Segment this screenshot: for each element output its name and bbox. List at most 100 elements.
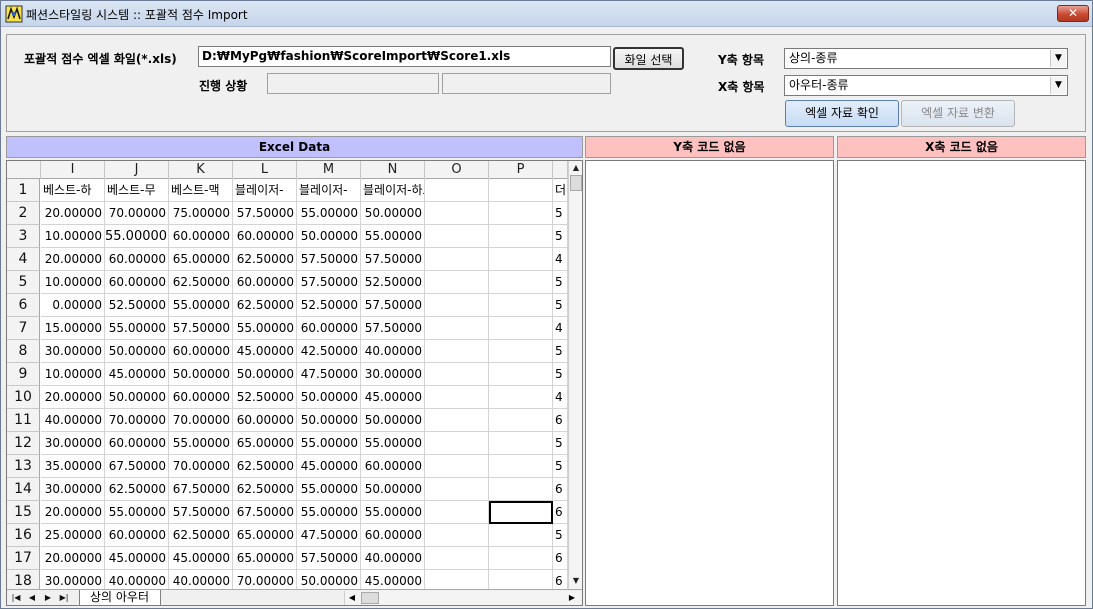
grid-cell[interactable]: 57.50000 xyxy=(169,501,233,524)
grid-cell[interactable]: 60.00000 xyxy=(169,225,233,248)
grid-cell[interactable]: 62.50000 xyxy=(169,271,233,294)
grid-cell[interactable] xyxy=(489,432,553,455)
grid-cell[interactable]: 45.00000 xyxy=(105,363,169,386)
row-header[interactable]: 15 xyxy=(7,501,40,524)
grid-cell[interactable] xyxy=(425,386,489,409)
grid-cell[interactable]: 20.00000 xyxy=(41,547,105,570)
grid-cell[interactable]: 45.00000 xyxy=(169,547,233,570)
grid-cell[interactable]: 블레이저- xyxy=(233,179,297,202)
grid-cell[interactable]: 10.00000 xyxy=(41,271,105,294)
grid-cell[interactable]: 50.00000 xyxy=(233,363,297,386)
grid-cell[interactable] xyxy=(425,501,489,524)
grid-cell[interactable]: 60.00000 xyxy=(233,225,297,248)
row-header[interactable]: 13 xyxy=(7,455,40,478)
last-sheet-icon[interactable]: ▶| xyxy=(57,591,71,605)
grid-cell[interactable]: 60.00000 xyxy=(233,409,297,432)
grid-cell[interactable]: 55.00000 xyxy=(297,501,361,524)
grid-cell[interactable]: 55.00000 xyxy=(297,478,361,501)
grid-cell[interactable]: 62.50000 xyxy=(105,478,169,501)
grid-cell[interactable] xyxy=(425,547,489,570)
grid-cell[interactable]: 57.50000 xyxy=(233,202,297,225)
grid-cell[interactable] xyxy=(425,363,489,386)
grid-cell[interactable] xyxy=(425,432,489,455)
scroll-down-icon[interactable]: ▼ xyxy=(570,575,582,587)
grid-cell[interactable] xyxy=(425,317,489,340)
grid-cell[interactable]: 60.00000 xyxy=(361,455,425,478)
grid-cell[interactable]: 75.00000 xyxy=(169,202,233,225)
grid-cell[interactable]: 50.00000 xyxy=(297,225,361,248)
row-header[interactable]: 9 xyxy=(7,363,40,386)
grid-cell[interactable]: 20.00000 xyxy=(41,202,105,225)
grid-cell[interactable]: 67.50000 xyxy=(169,478,233,501)
grid-cell[interactable]: 55.00000 xyxy=(105,317,169,340)
grid-cell[interactable]: 베스트-무 xyxy=(105,179,169,202)
grid-cell[interactable]: 5 xyxy=(553,524,568,547)
grid-cell[interactable] xyxy=(425,271,489,294)
grid-cell[interactable]: 20.00000 xyxy=(41,386,105,409)
grid-cell[interactable]: 70.00000 xyxy=(169,455,233,478)
grid-cell[interactable]: 20.00000 xyxy=(41,248,105,271)
close-button[interactable]: ✕ xyxy=(1057,5,1089,22)
grid-cell[interactable]: 25.00000 xyxy=(41,524,105,547)
grid-cell[interactable] xyxy=(425,294,489,317)
grid-cell[interactable]: 62.50000 xyxy=(233,478,297,501)
grid-cell[interactable] xyxy=(489,547,553,570)
excel-check-button[interactable]: 엑셀 자료 확인 xyxy=(785,100,899,127)
grid-cell[interactable]: 57.50000 xyxy=(297,248,361,271)
grid-cell[interactable]: 50.00000 xyxy=(105,340,169,363)
file-path-field[interactable]: D:₩MyPg₩fashion₩ScoreImport₩Score1.xls xyxy=(198,46,611,67)
grid-cell[interactable]: 55.00000 xyxy=(169,432,233,455)
grid-cell[interactable]: 5 xyxy=(553,271,568,294)
grid-cell[interactable] xyxy=(489,524,553,547)
sheet-tab[interactable]: 상의 아우터 xyxy=(79,590,161,605)
grid-cell[interactable]: 6 xyxy=(553,547,568,570)
scroll-left-icon[interactable]: ◀ xyxy=(346,592,358,604)
grid-cell[interactable]: 60.00000 xyxy=(297,317,361,340)
grid-cell[interactable]: 70.00000 xyxy=(105,202,169,225)
grid-cell[interactable] xyxy=(425,340,489,363)
excel-convert-button[interactable]: 엑셀 자료 변환 xyxy=(901,100,1015,127)
grid-cell[interactable]: 0.00000 xyxy=(41,294,105,317)
row-header[interactable]: 8 xyxy=(7,340,40,363)
grid-cell[interactable]: 20.00000 xyxy=(41,501,105,524)
grid-cell[interactable] xyxy=(425,455,489,478)
scroll-right-icon[interactable]: ▶ xyxy=(566,592,578,604)
grid-cell[interactable]: 50.00000 xyxy=(297,409,361,432)
grid-cell[interactable]: 50.00000 xyxy=(297,386,361,409)
grid-cell[interactable]: 60.00000 xyxy=(105,524,169,547)
grid-cell[interactable]: 50.00000 xyxy=(361,409,425,432)
grid-cell[interactable]: 5 xyxy=(553,225,568,248)
grid-cell[interactable]: 베스트-하 xyxy=(41,179,105,202)
chevron-down-icon[interactable]: ▼ xyxy=(1050,50,1066,67)
grid-cell[interactable] xyxy=(489,317,553,340)
row-header[interactable]: 17 xyxy=(7,547,40,570)
grid-cell[interactable]: 50.00000 xyxy=(361,202,425,225)
grid-cell[interactable]: 60.00000 xyxy=(105,248,169,271)
scroll-up-icon[interactable]: ▲ xyxy=(570,162,582,174)
grid-cell[interactable] xyxy=(425,524,489,547)
grid-cell[interactable]: 47.50000 xyxy=(297,363,361,386)
grid-cell[interactable]: 10.00000 xyxy=(41,363,105,386)
grid-cell[interactable]: 10.00000 xyxy=(41,225,105,248)
horizontal-scrollbar[interactable]: ◀ ▶ xyxy=(344,591,580,605)
grid-cell[interactable]: 62.50000 xyxy=(233,294,297,317)
grid-cell[interactable]: 62.50000 xyxy=(233,248,297,271)
grid-cell[interactable] xyxy=(489,294,553,317)
row-header[interactable]: 5 xyxy=(7,271,40,294)
first-sheet-icon[interactable]: |◀ xyxy=(9,591,23,605)
grid-cell[interactable]: 60.00000 xyxy=(105,432,169,455)
grid-cell[interactable]: 30.00000 xyxy=(41,432,105,455)
grid-cell[interactable] xyxy=(425,409,489,432)
grid-cell[interactable]: 52.50000 xyxy=(233,386,297,409)
grid-cell[interactable]: 베스트-맥 xyxy=(169,179,233,202)
grid-cell[interactable] xyxy=(489,386,553,409)
grid-cell[interactable] xyxy=(489,409,553,432)
grid-cell[interactable]: 30.00000 xyxy=(361,363,425,386)
excel-data-grid[interactable]: IJKLMNOP 1 베스트-하 베스트-무 베스트-맥 블레이저- 블레이저- 블레이저-… xyxy=(6,160,583,606)
column-header[interactable]: M xyxy=(297,161,361,179)
grid-cell[interactable]: 55.00000 xyxy=(361,225,425,248)
grid-cell[interactable] xyxy=(489,225,553,248)
grid-cell[interactable]: 5 xyxy=(553,455,568,478)
column-header[interactable]: L xyxy=(233,161,297,179)
grid-cell[interactable]: 52.50000 xyxy=(297,294,361,317)
